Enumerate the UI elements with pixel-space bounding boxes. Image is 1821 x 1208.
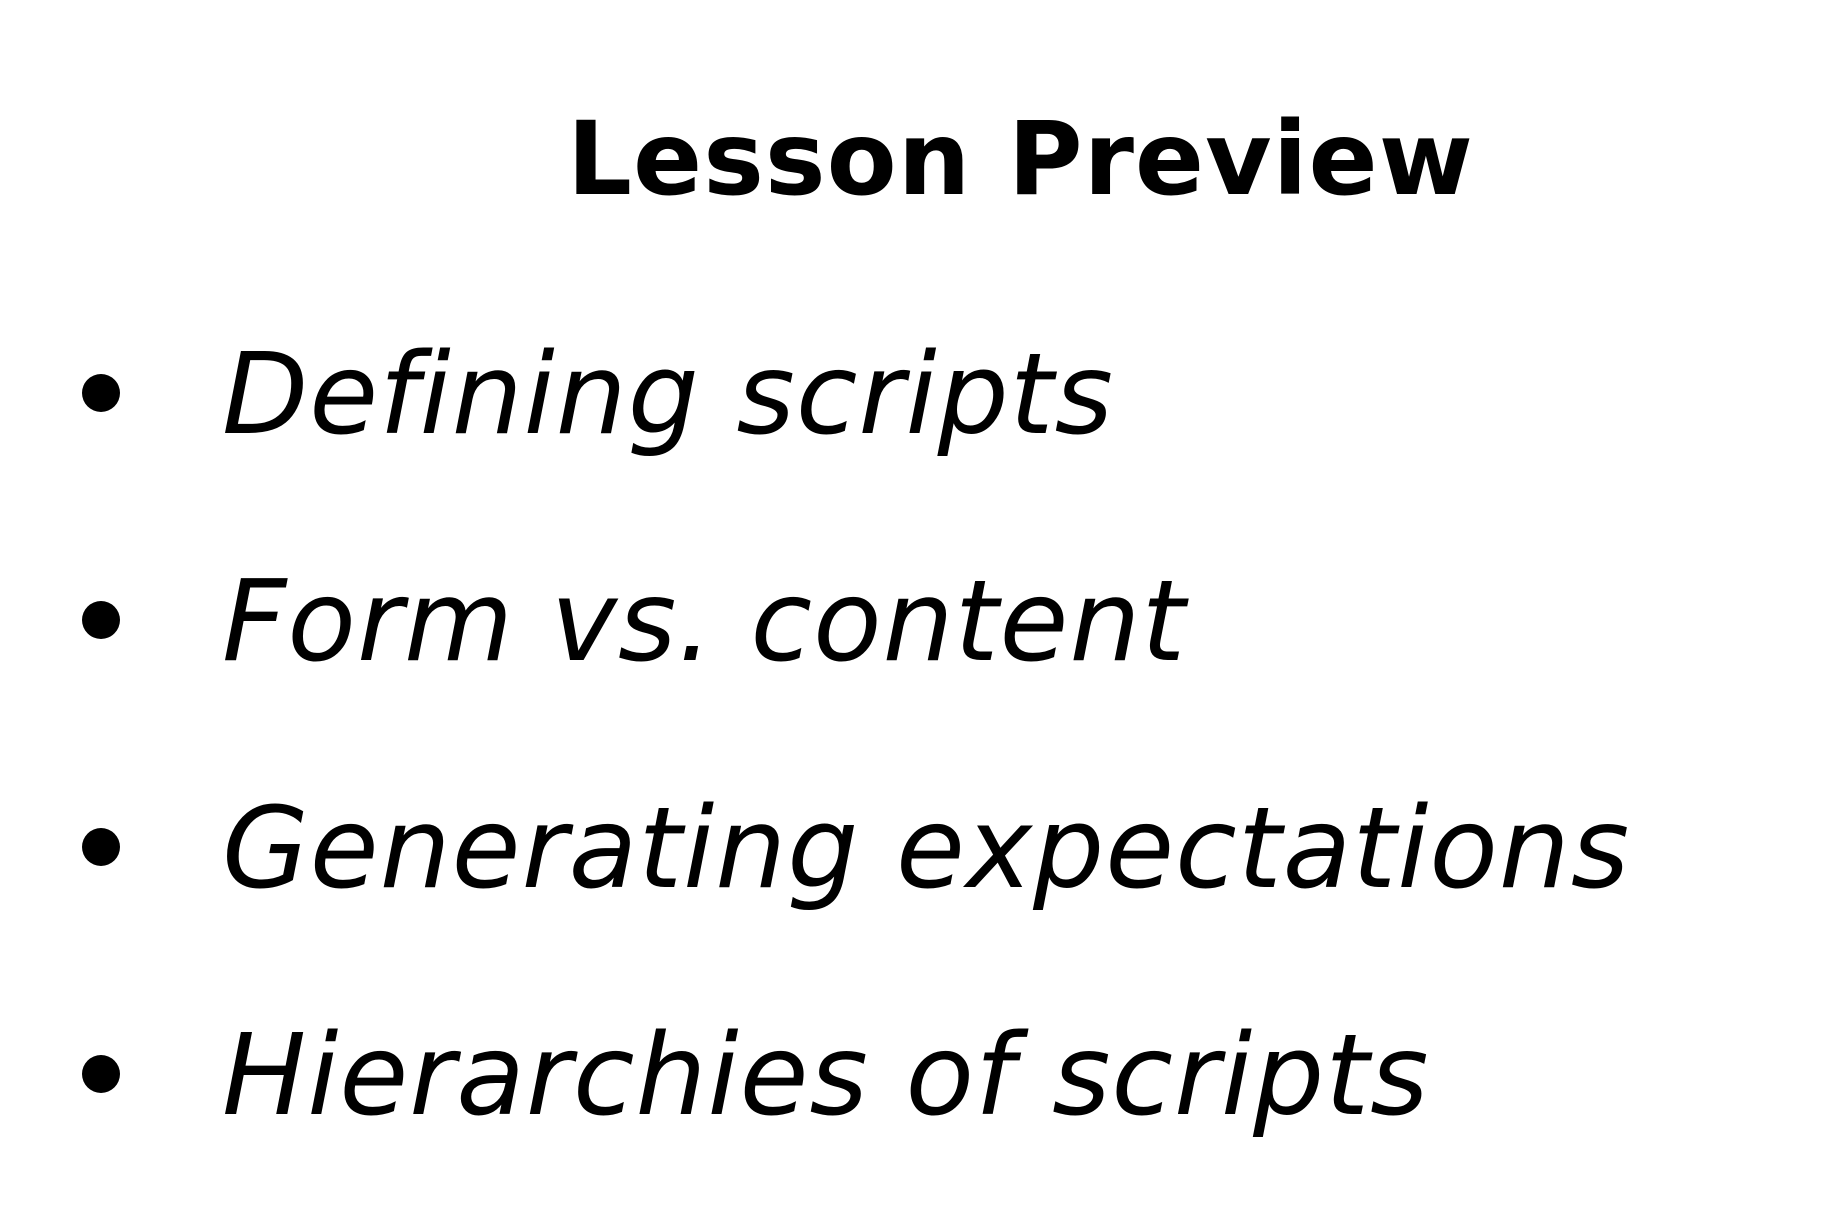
slide-title: Lesson Preview [567, 100, 1474, 219]
bullet-dot-icon [82, 828, 120, 866]
bullet-text: Form vs. content [222, 557, 1187, 687]
bullet-item-defining-scripts: Defining scripts [0, 320, 1821, 547]
slide: Lesson Preview Defining scripts Form vs.… [0, 0, 1821, 1208]
bullet-text: Generating expectations [222, 784, 1631, 914]
bullet-item-form-vs-content: Form vs. content [0, 547, 1821, 774]
bullet-text: Defining scripts [222, 330, 1114, 460]
bullet-dot-icon [82, 1055, 120, 1093]
bullet-list: Defining scripts Form vs. content Genera… [0, 320, 1821, 1208]
bullet-item-generating-expectations: Generating expectations [0, 774, 1821, 1001]
bullet-text: Hierarchies of scripts [222, 1011, 1430, 1141]
bullet-dot-icon [82, 601, 120, 639]
bullet-dot-icon [82, 374, 120, 412]
bullet-item-hierarchies-of-scripts: Hierarchies of scripts [0, 1001, 1821, 1208]
